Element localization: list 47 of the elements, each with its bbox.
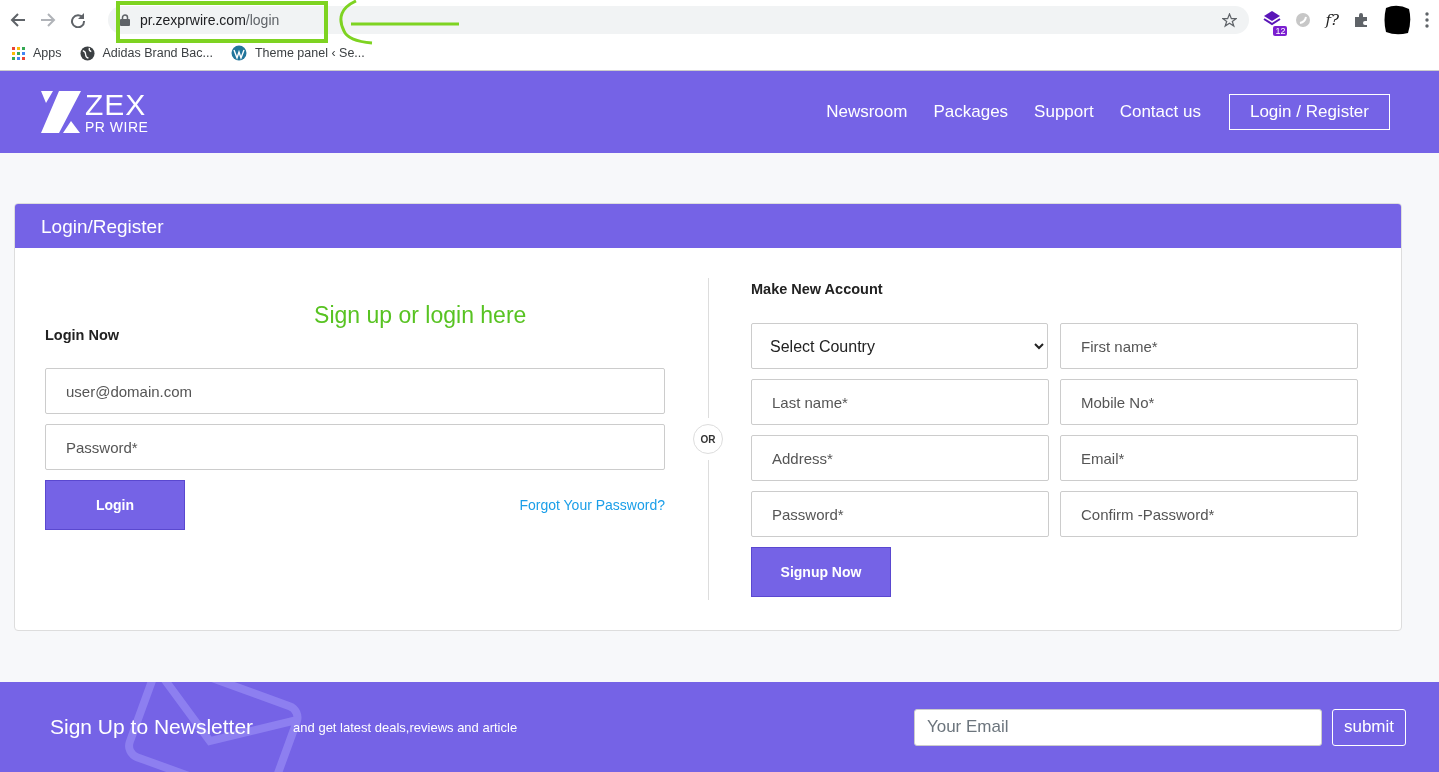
annotation-text: Sign up or login here	[314, 302, 527, 330]
profile-avatar-icon[interactable]	[1383, 5, 1411, 35]
extension-stack-icon[interactable]	[1263, 10, 1282, 26]
text-field[interactable]: First name*	[1060, 323, 1358, 369]
extension-font-icon[interactable]: f?	[1325, 11, 1339, 29]
lock-icon	[120, 14, 130, 26]
logo-title: ZEX	[85, 90, 148, 120]
bookmark-item[interactable]: Apps	[12, 46, 62, 60]
nav-link[interactable]: Newsroom	[826, 102, 908, 122]
more-menu-icon[interactable]	[1425, 12, 1429, 28]
url-text: pr.zexprwire.com/login	[140, 12, 280, 28]
address-bar[interactable]: pr.zexprwire.com/login	[108, 6, 1250, 34]
extension-badge: 12	[1273, 26, 1288, 36]
register-heading: Make New Account	[751, 281, 884, 297]
text-field[interactable]: Email*	[1060, 435, 1358, 481]
star-icon[interactable]	[1222, 12, 1238, 28]
panel-title: Login/Register	[15, 204, 1401, 248]
submit-button[interactable]: submit	[1331, 708, 1406, 746]
bookmark-item[interactable]: Theme panel ‹ Se...	[231, 45, 365, 61]
login-button[interactable]: Login	[45, 480, 185, 530]
email-field[interactable]: Your Email	[913, 708, 1322, 746]
text-field[interactable]: Mobile No*	[1060, 379, 1358, 425]
signup-button[interactable]: Signup Now	[751, 547, 891, 597]
text-field[interactable]: Confirm -Password*	[1060, 491, 1358, 537]
text-field[interactable]: Address*	[751, 435, 1049, 481]
logo-icon	[41, 91, 81, 133]
newsletter-subtitle: and get latest deals,reviews and article	[293, 719, 518, 735]
forgot-password-link[interactable]: Forgot Your Password?	[519, 497, 665, 513]
logo-subtitle: PR WIRE	[85, 120, 149, 134]
text-field[interactable]: Password*	[751, 491, 1049, 537]
text-field[interactable]: Last name*	[751, 379, 1049, 425]
wordpress-icon	[231, 45, 247, 61]
puzzle-icon[interactable]	[1353, 12, 1369, 28]
nav-link[interactable]: Contact us	[1119, 102, 1201, 122]
apps-grid-icon	[12, 46, 25, 60]
country-select[interactable]: Select Country	[751, 323, 1048, 369]
back-icon[interactable]	[10, 12, 26, 28]
globe-icon	[79, 45, 95, 61]
login-register-button[interactable]: Login / Register	[1228, 94, 1390, 130]
reload-icon[interactable]	[70, 12, 86, 28]
nav-link[interactable]: Support	[1034, 102, 1094, 122]
newsletter-title: Sign Up to Newsletter	[50, 715, 254, 739]
bookmark-item[interactable]: Adidas Brand Bac...	[79, 45, 213, 61]
text-field[interactable]: user@domain.com	[45, 368, 665, 414]
text-field[interactable]: Password*	[45, 424, 665, 470]
nav-link[interactable]: Packages	[933, 102, 1009, 122]
login-heading: Login Now	[45, 327, 120, 343]
